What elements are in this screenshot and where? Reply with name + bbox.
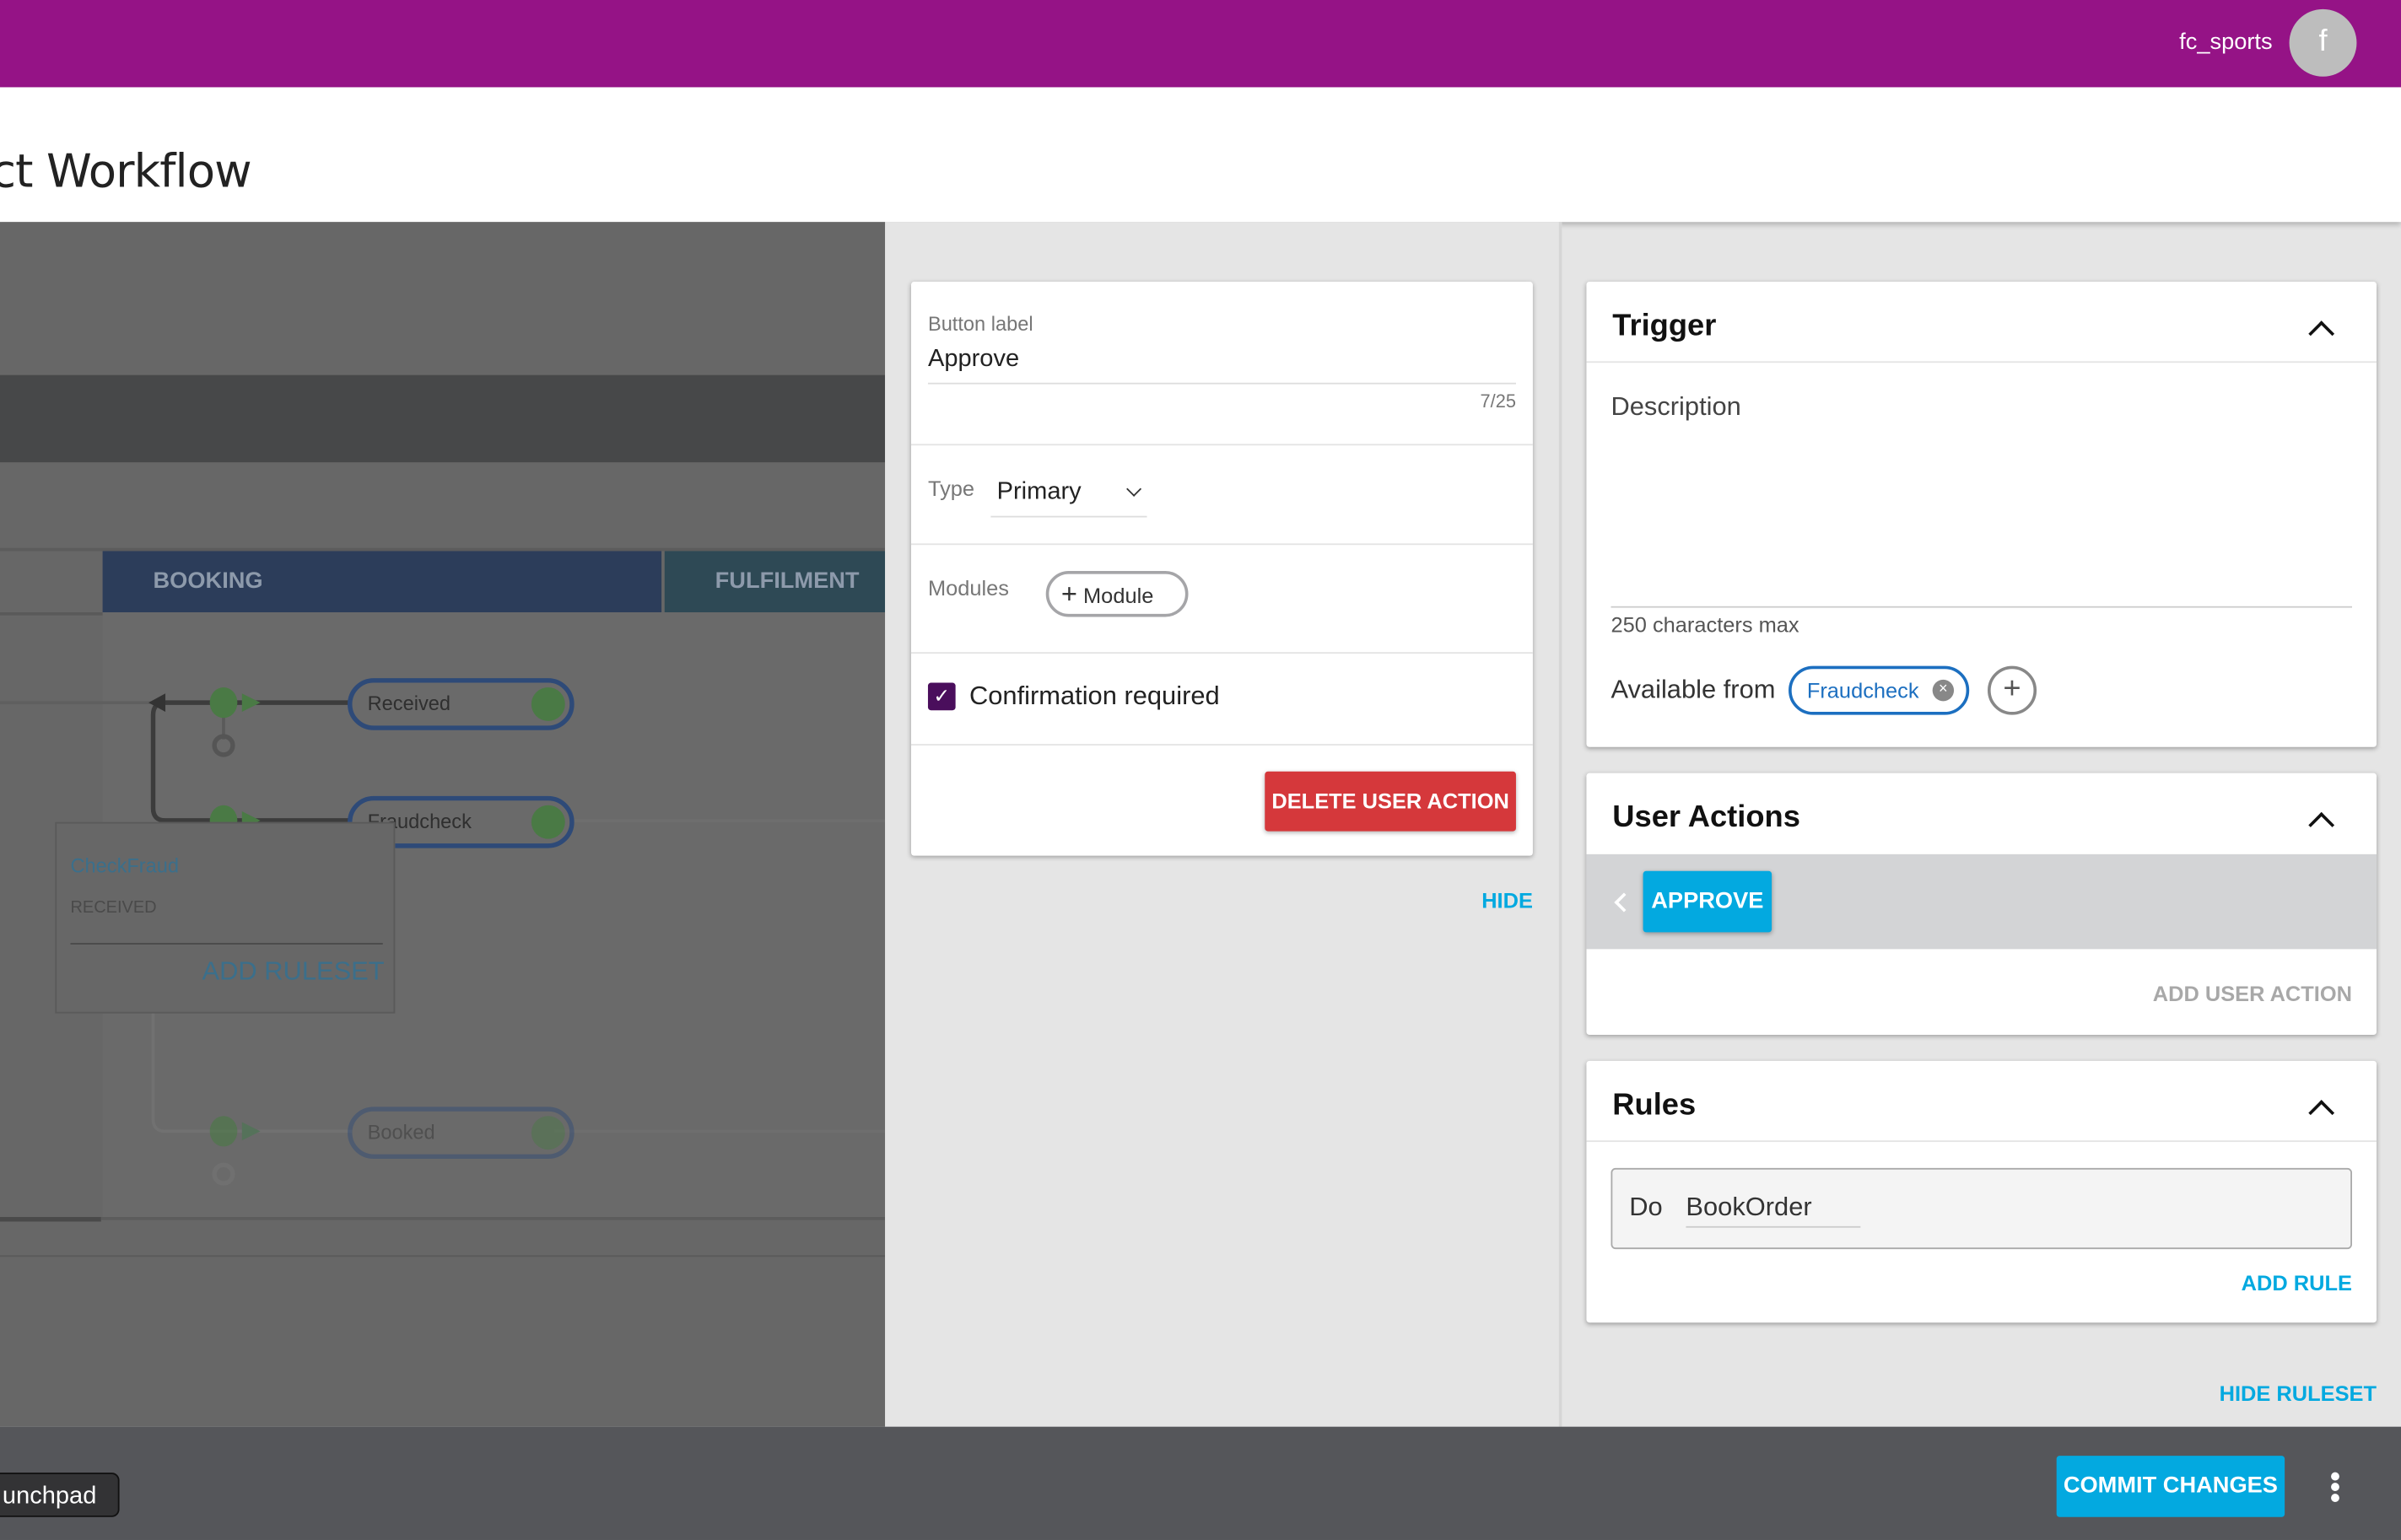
document-icon xyxy=(531,805,565,839)
ruleset-state: RECEIVED xyxy=(70,898,157,918)
ruleset-name: CheckFraud xyxy=(70,853,180,878)
canvas-toolbar xyxy=(0,374,886,463)
chip-remove-icon[interactable]: × xyxy=(1932,679,1955,702)
chevron-left-icon[interactable] xyxy=(1614,892,1634,913)
char-hint: 250 characters max xyxy=(1611,612,1799,638)
more-vert-icon[interactable]: • • • xyxy=(2324,1462,2345,1514)
button-label-caption: Button label xyxy=(927,312,1033,336)
document-icon xyxy=(531,1116,565,1150)
user-actions-title: User Actions xyxy=(1612,800,1800,835)
document-icon xyxy=(531,687,565,721)
scrollbar[interactable] xyxy=(0,1217,101,1222)
title-band: ct Workflow xyxy=(0,87,2401,223)
add-ruleset-button[interactable]: ADD RULESET xyxy=(202,956,385,987)
char-count: 7/25 xyxy=(1480,390,1516,412)
rule-value-input[interactable]: BookOrder xyxy=(1686,1193,1861,1228)
workflow-canvas: BOOKING FULFILMENT Received Fraudcheck B… xyxy=(0,222,886,1427)
lane-booking[interactable]: BOOKING xyxy=(102,551,662,613)
action-icon[interactable] xyxy=(209,687,238,719)
node-label: Received xyxy=(367,692,451,715)
add-module-button[interactable]: + Module xyxy=(1045,571,1189,617)
type-select[interactable]: Primary xyxy=(990,477,1147,518)
tooltip: unchpad xyxy=(0,1473,120,1517)
approve-action-button[interactable]: APPROVE xyxy=(1643,870,1772,933)
ruleset-card[interactable]: CheckFraud RECEIVED ADD RULESET xyxy=(55,821,396,1014)
rule-prefix: Do xyxy=(1629,1192,1663,1222)
chevron-up-icon[interactable] xyxy=(2308,811,2335,838)
description-placeholder: Description xyxy=(1611,391,1741,422)
confirmation-checkbox[interactable]: ✓ xyxy=(927,682,956,711)
plus-icon: + xyxy=(1060,579,1077,610)
delete-user-action-button[interactable]: DELETE USER ACTION xyxy=(1265,771,1516,832)
add-module-label: Module xyxy=(1083,583,1154,608)
commit-changes-button[interactable]: COMMIT CHANGES xyxy=(2056,1456,2285,1517)
trigger-title: Trigger xyxy=(1612,309,1717,343)
bottom-bar: unchpad COMMIT CHANGES • • • xyxy=(0,1426,2401,1540)
available-from-chip[interactable]: Fraudcheck × xyxy=(1789,665,1970,715)
chevron-up-icon[interactable] xyxy=(2308,1100,2335,1126)
divider xyxy=(70,943,383,945)
lane-fulfilment[interactable]: FULFILMENT xyxy=(664,551,886,613)
add-available-from-button[interactable]: + xyxy=(1987,665,2037,715)
avatar[interactable]: f xyxy=(2289,8,2357,77)
chevron-up-icon[interactable] xyxy=(2308,320,2335,347)
top-app-bar: fc_sports f xyxy=(0,0,2401,88)
chevron-down-icon xyxy=(1126,481,1142,497)
modules-caption: Modules xyxy=(927,575,1010,600)
available-from-label: Available from xyxy=(1611,675,1776,704)
type-value: Primary xyxy=(996,479,1082,505)
description-textarea[interactable]: Description xyxy=(1611,392,2352,608)
add-user-action-button[interactable]: ADD USER ACTION xyxy=(2153,981,2352,1005)
trigger-card: Trigger Description 250 characters max A… xyxy=(1586,281,2377,747)
user-action-card: Button label Approve 7/25 Type Primary M… xyxy=(910,281,1533,856)
confirmation-label: Confirmation required xyxy=(968,681,1220,711)
type-caption: Type xyxy=(927,476,975,501)
hide-button[interactable]: HIDE xyxy=(1481,888,1533,913)
action-icon[interactable] xyxy=(209,1116,238,1147)
node-booked[interactable]: Booked xyxy=(348,1107,575,1160)
node-received[interactable]: Received xyxy=(348,678,575,730)
hide-ruleset-button[interactable]: HIDE RULESET xyxy=(2220,1381,2377,1405)
node-label: Booked xyxy=(367,1120,435,1144)
button-label-input[interactable]: Approve xyxy=(927,346,1516,385)
username: fc_sports xyxy=(2179,29,2273,56)
page-title: ct Workflow xyxy=(0,145,252,199)
rules-card: Rules Do BookOrder ADD RULE xyxy=(1586,1060,2377,1323)
divider xyxy=(0,1255,886,1257)
rules-title: Rules xyxy=(1612,1088,1697,1123)
user-actions-card: User Actions APPROVE ADD USER ACTION xyxy=(1586,773,2377,1036)
user-action-panel: Button label Approve 7/25 Type Primary M… xyxy=(885,222,1562,1427)
chip-label: Fraudcheck xyxy=(1806,678,1919,703)
lane-bottom-line xyxy=(100,1217,886,1220)
rule-row[interactable]: Do BookOrder xyxy=(1611,1167,2352,1250)
add-rule-button[interactable]: ADD RULE xyxy=(2242,1271,2352,1295)
user-actions-strip: APPROVE xyxy=(1586,853,2377,950)
